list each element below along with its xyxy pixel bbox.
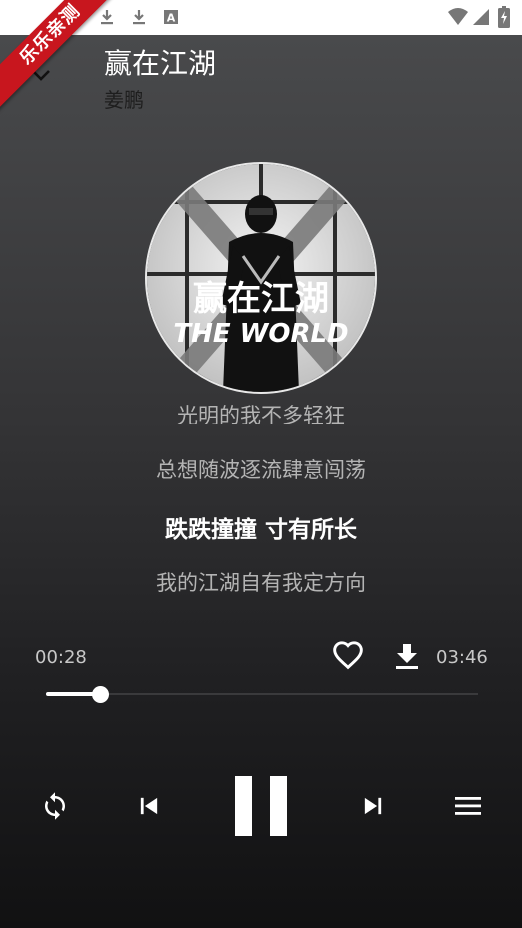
song-title: 赢在江湖 — [104, 47, 217, 80]
album-art-image: 赢在江湖 THE WORLD — [147, 164, 375, 392]
progress-thumb[interactable] — [92, 686, 109, 703]
heart-icon[interactable] — [332, 640, 364, 672]
download-icon[interactable] — [394, 642, 420, 670]
lyric-line: 总想随波逐流肆意闯荡 — [156, 458, 366, 482]
artist-name: 姜鹏 — [104, 88, 144, 112]
cellular-icon — [473, 9, 489, 25]
playlist-icon[interactable] — [453, 792, 483, 820]
wifi-icon — [448, 8, 468, 25]
next-icon[interactable] — [359, 792, 387, 820]
repeat-icon[interactable] — [40, 791, 70, 821]
lyric-line: 我的江湖自有我定方向 — [156, 571, 366, 595]
lyric-line-active: 跌跌撞撞 寸有所长 — [164, 517, 357, 543]
cover-title-text: 赢在江湖 — [193, 279, 329, 319]
current-time: 00:28 — [35, 647, 87, 668]
total-time: 03:46 — [436, 647, 488, 668]
album-cover: 赢在江湖 THE WORLD — [145, 162, 377, 394]
progress-track[interactable] — [46, 693, 478, 695]
lyric-partial-container: 光明的我不多轻狂 — [0, 398, 522, 424]
cover-subtitle-text: THE WORLD — [173, 319, 348, 349]
pause-icon[interactable] — [233, 774, 289, 838]
svg-text:A: A — [167, 12, 176, 25]
previous-icon[interactable] — [135, 792, 163, 820]
download-icon — [101, 10, 113, 25]
battery-icon — [498, 6, 510, 28]
lyric-line-partial: 光明的我不多轻狂 — [177, 404, 345, 424]
download-icon — [133, 10, 145, 25]
text-a-icon: A — [164, 10, 178, 25]
